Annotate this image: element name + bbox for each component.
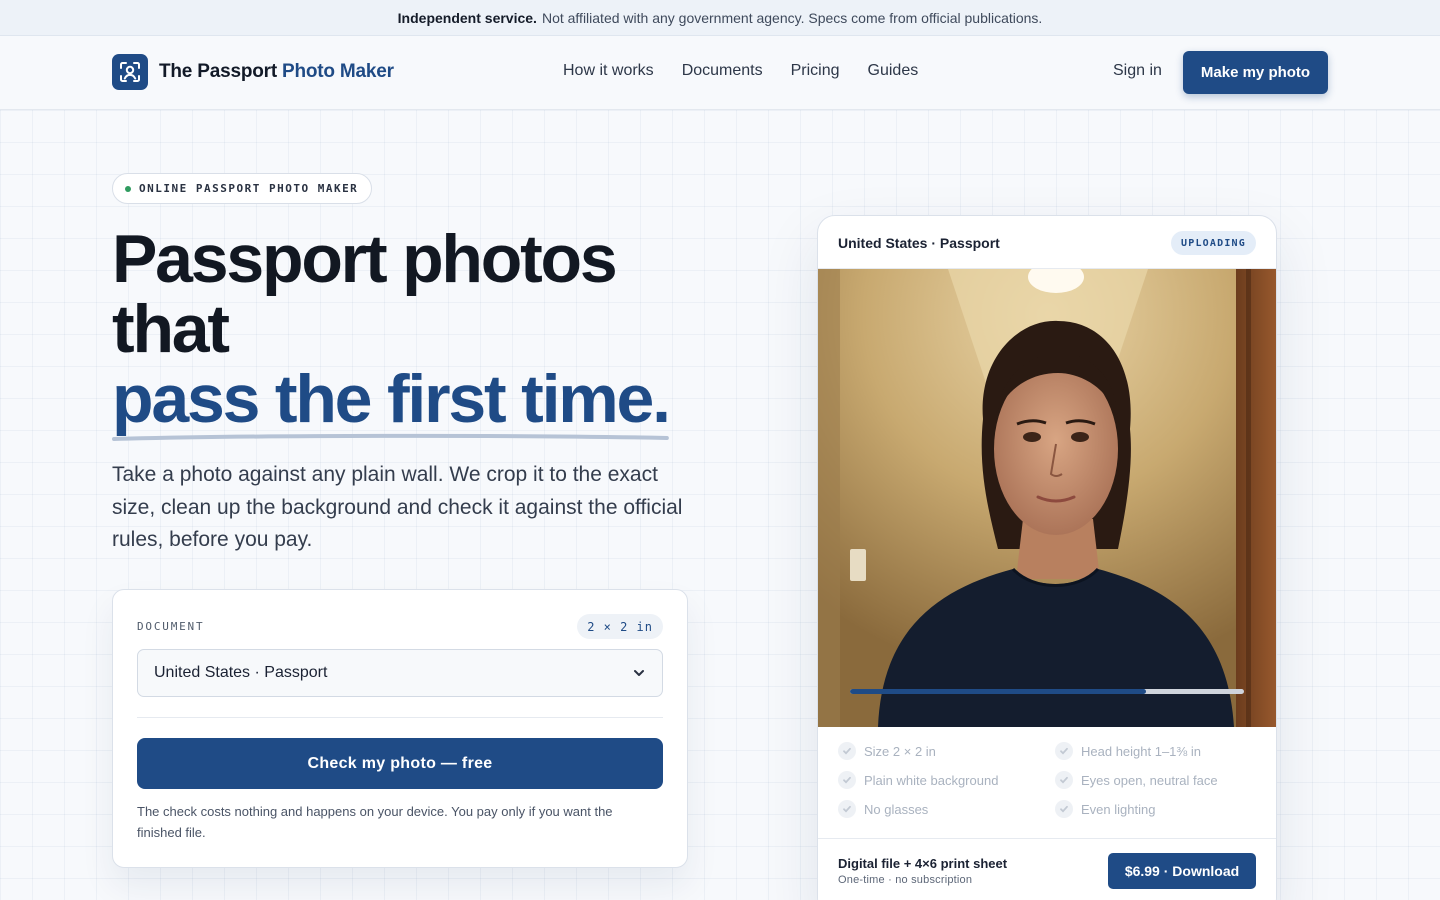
site-header: The Passport Photo Maker How it works Doc… (0, 36, 1440, 110)
document-select-value: United States · Passport (154, 664, 328, 681)
eyebrow-text: ONLINE PASSPORT PHOTO MAKER (139, 182, 359, 195)
headline-highlight: pass the first time. (112, 361, 671, 441)
check-icon (1055, 771, 1073, 789)
preview-header: United States · Passport UPLOADING (818, 216, 1276, 269)
check-my-photo-button[interactable]: Check my photo — free (137, 738, 663, 789)
brand-name-part2: Photo Maker (281, 61, 394, 82)
eyebrow-pill: ONLINE PASSPORT PHOTO MAKER (112, 173, 373, 204)
check-label: No glasses (864, 801, 929, 817)
preview-footer: Digital file + 4×6 print sheet One-time … (818, 838, 1276, 900)
headline-highlight-text: pass the first time. (112, 361, 671, 437)
check-item-lighting: Even lighting (1055, 800, 1255, 818)
document-select[interactable]: United States · Passport (137, 649, 663, 697)
check-icon (838, 771, 856, 789)
hero-headline: Passport photos that pass the first time… (112, 221, 752, 441)
nav-link-pricing[interactable]: Pricing (791, 62, 840, 80)
check-icon (1055, 800, 1073, 818)
headline-line-2: that (112, 291, 230, 367)
nav-link-how-it-works[interactable]: How it works (563, 62, 654, 80)
check-icon (1055, 742, 1073, 760)
brand-name-part1: The Passport (159, 61, 277, 82)
photo-preview-card: United States · Passport UPLOADING Size … (817, 215, 1277, 900)
preview-title: United States · Passport (838, 235, 1000, 251)
check-item-background: Plain white background (838, 771, 1055, 789)
requirements-checklist: Size 2 × 2 in Head height 1–1⅜ in Plain … (838, 742, 1258, 818)
sign-in-link[interactable]: Sign in (1113, 62, 1162, 80)
nav-link-documents[interactable]: Documents (682, 62, 763, 80)
upload-status-badge: UPLOADING (1171, 231, 1256, 255)
chevron-down-icon (634, 670, 644, 676)
check-label: Eyes open, neutral face (1081, 772, 1218, 788)
check-item-eyes: Eyes open, neutral face (1055, 771, 1255, 789)
nav-link-guides[interactable]: Guides (868, 62, 919, 80)
document-label: DOCUMENT (137, 620, 205, 633)
check-item-head-height: Head height 1–1⅜ in (1055, 742, 1255, 760)
product-title: Digital file + 4×6 print sheet (838, 856, 1008, 871)
banner-strong-text: Independent service. (397, 9, 537, 26)
make-my-photo-button[interactable]: Make my photo (1183, 51, 1328, 94)
headline-line-1: Passport photos (112, 221, 618, 297)
independent-service-banner: Independent service. Not affiliated with… (0, 0, 1440, 36)
check-icon (838, 800, 856, 818)
brand-logo[interactable]: The Passport Photo Maker (112, 54, 394, 90)
upload-progress-fill (850, 689, 1146, 694)
download-button[interactable]: $6.99 · Download (1108, 853, 1256, 889)
free-check-note: The check costs nothing and happens on y… (137, 804, 613, 840)
brand-name: The Passport Photo Maker (159, 61, 394, 83)
check-label: Plain white background (864, 772, 999, 788)
check-label: Size 2 × 2 in (864, 743, 936, 759)
check-label: Head height 1–1⅜ in (1081, 743, 1201, 759)
upload-progress-bar (850, 689, 1244, 694)
photo-size-badge: 2 × 2 in (577, 614, 663, 639)
banner-text: Not affiliated with any government agenc… (541, 9, 1043, 26)
document-check-card: DOCUMENT 2 × 2 in United States · Passpo… (112, 589, 688, 868)
face-frame-icon (112, 54, 148, 90)
check-item-glasses: No glasses (838, 800, 1055, 818)
passport-photo-preview (818, 269, 1276, 727)
check-label: Even lighting (1081, 801, 1156, 817)
check-item-size: Size 2 × 2 in (838, 742, 1055, 760)
check-icon (838, 742, 856, 760)
hero-description: Take a photo against any plain wall. We … (112, 463, 683, 551)
card-divider (137, 717, 663, 718)
status-dot-icon (125, 185, 131, 192)
hero-section: ONLINE PASSPORT PHOTO MAKER Passport pho… (0, 110, 1440, 900)
main-nav: How it works Documents Pricing Guides (563, 62, 918, 80)
headline-underline (112, 433, 669, 441)
portrait-photo (818, 269, 1276, 727)
product-subtitle: One-time · no subscription (838, 874, 973, 886)
